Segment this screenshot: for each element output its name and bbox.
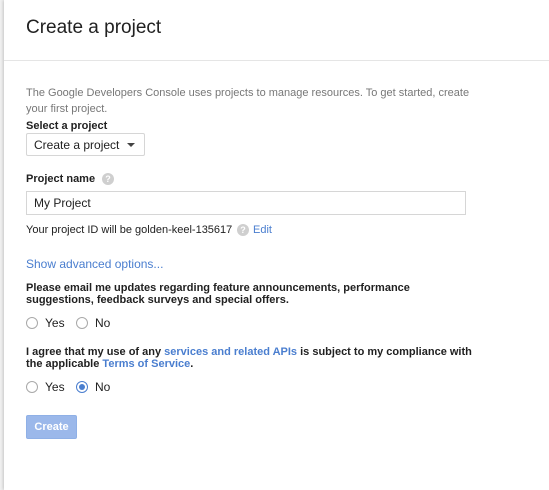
email-updates-no-label: No [95,316,111,330]
terms-text-before: I agree that my use of any [26,346,165,358]
email-updates-question: Please email me updates regarding featur… [26,282,410,306]
show-advanced-options-link[interactable]: Show advanced options... [26,257,163,271]
services-link[interactable]: services and related APIs [164,346,297,358]
terms-no-label: No [95,380,111,394]
question-icon[interactable]: ? [102,173,114,185]
select-project-value: Create a project [34,137,120,152]
terms-yes-option[interactable]: Yes [26,380,65,394]
project-id-text: Your project ID will be golden-keel-1356… [26,224,233,236]
terms-yes-label: Yes [45,380,65,394]
terms-no-option[interactable]: No [76,380,110,394]
terms-of-service-link[interactable]: Terms of Service [102,358,190,370]
select-project-dropdown[interactable]: Create a project [26,133,145,156]
question-icon[interactable]: ? [237,224,249,236]
terms-agreement-text: I agree that my use of any services and … [26,346,476,370]
select-project-label: Select a project [26,120,108,132]
terms-text-end: . [190,358,194,370]
project-name-input[interactable] [26,191,466,215]
email-updates-yes-label: Yes [45,316,65,330]
project-name-label: Project name [26,173,96,185]
radio-icon[interactable] [26,317,38,329]
create-button[interactable]: Create [26,415,77,439]
create-project-dialog: Create a project The Google Developers C… [4,0,549,490]
caret-down-icon [127,143,135,147]
dialog-header: Create a project [4,0,549,61]
intro-text: The Google Developers Console uses proje… [26,87,470,115]
edit-project-id-link[interactable]: Edit [253,224,272,236]
email-updates-no-option[interactable]: No [76,316,110,330]
radio-checked-icon[interactable] [76,381,88,393]
radio-icon[interactable] [26,381,38,393]
dialog-title: Create a project [26,17,162,38]
radio-icon[interactable] [76,317,88,329]
email-updates-yes-option[interactable]: Yes [26,316,65,330]
